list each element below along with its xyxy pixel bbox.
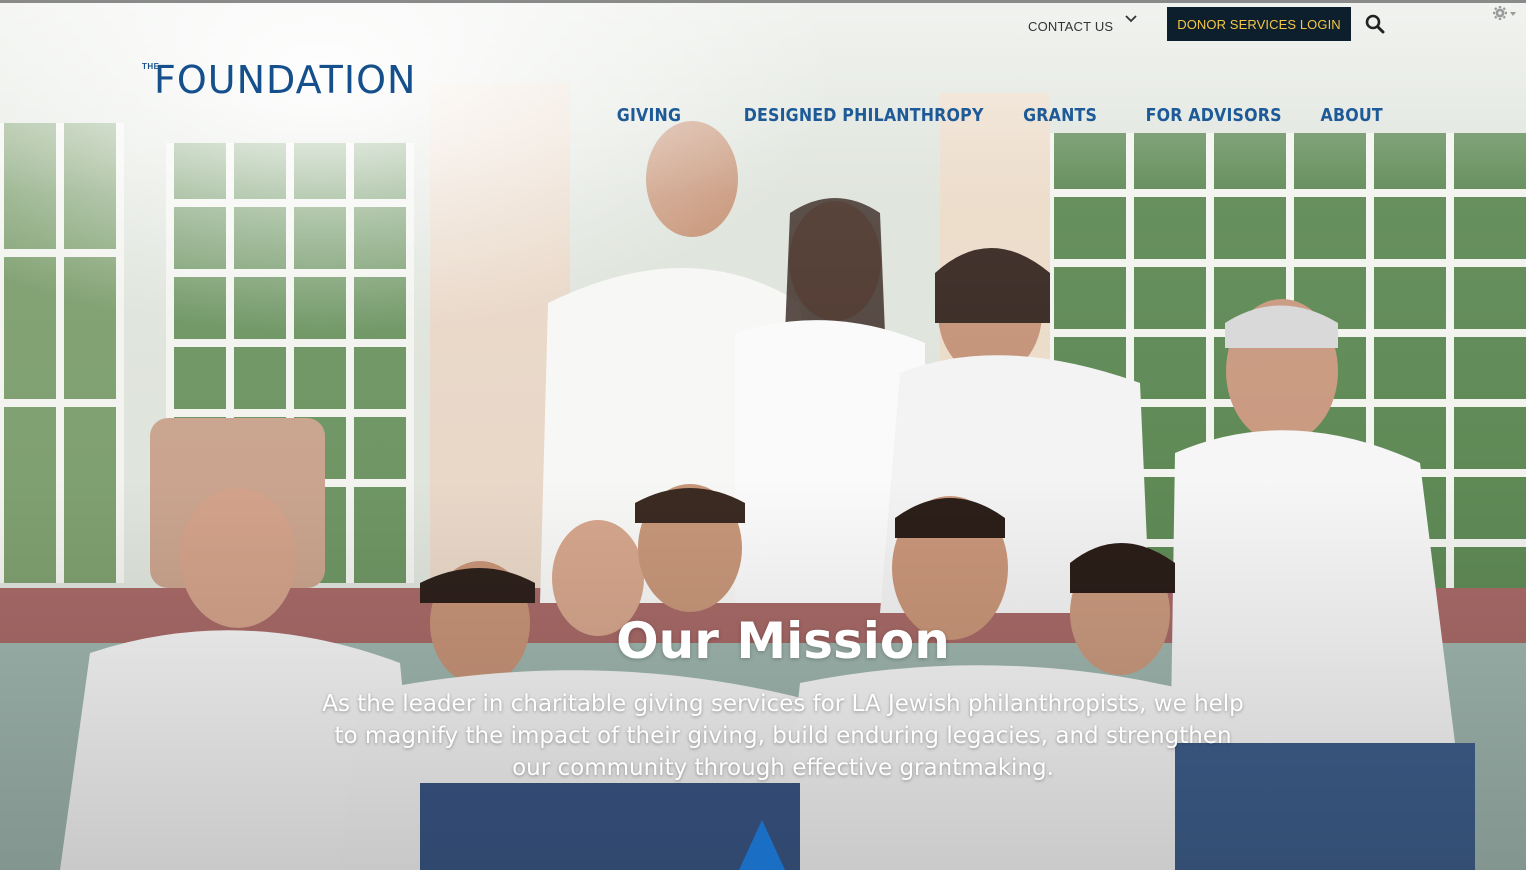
mission-text: As the leader in charitable giving servi… (322, 691, 1244, 781)
logo-wordmark: FOUNDATION (154, 58, 417, 102)
contact-us-label: CONTACT US (1028, 18, 1114, 34)
nav-item-about[interactable]: ABOUT (1321, 105, 1383, 131)
caret-down-icon (1510, 12, 1516, 16)
mission-title: Our Mission (616, 612, 950, 670)
main-navigation: GIVING DESIGNED PHILANTHROPY GRANTS FOR … (608, 105, 1383, 131)
foundation-logo[interactable]: THE FOUNDATION (142, 58, 448, 104)
gear-icon (1493, 6, 1516, 20)
chevron-down-icon[interactable] (1124, 12, 1138, 26)
nav-item-giving[interactable]: GIVING (616, 105, 680, 131)
nav-item-grants[interactable]: GRANTS (1023, 105, 1097, 131)
settings-menu[interactable] (1492, 5, 1518, 21)
contact-us-link[interactable]: CONTACT US (1028, 18, 1113, 34)
search-icon[interactable] (1365, 14, 1385, 34)
donor-services-login-label: DONOR SERVICES LOGIN (1177, 16, 1341, 32)
nav-item-for-advisors[interactable]: FOR ADVISORS (1146, 105, 1282, 131)
scroll-down-triangle-icon[interactable] (739, 820, 785, 870)
homepage: CONTACT US DONOR SERVICES LOGIN THE FOUN… (0, 0, 1526, 870)
donor-services-login-button[interactable]: DONOR SERVICES LOGIN (1167, 7, 1351, 41)
nav-item-designed-philanthropy[interactable]: DESIGNED PHILANTHROPY (743, 105, 983, 131)
